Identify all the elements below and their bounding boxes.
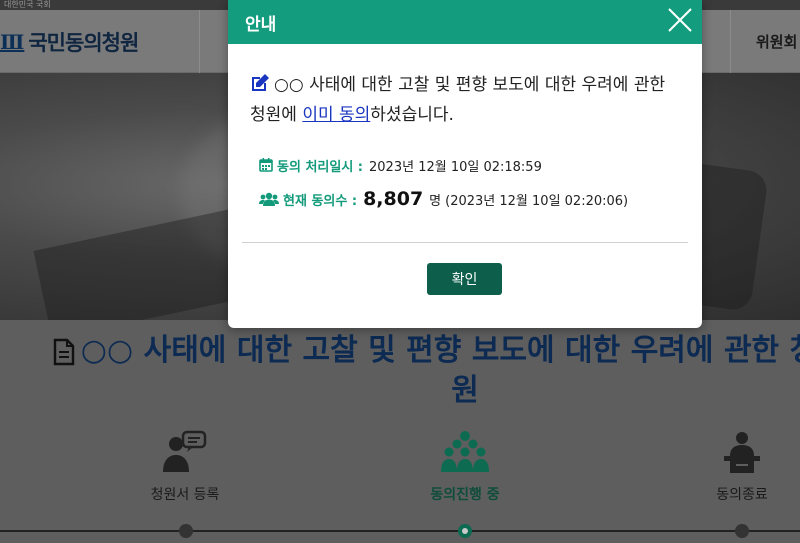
step-label: 동의진행 중	[430, 487, 500, 503]
agreed-link[interactable]: 이미 동의	[302, 105, 370, 125]
processed-time-label: 동의 처리일시 :	[277, 159, 364, 175]
people-group-icon	[441, 431, 489, 472]
close-icon[interactable]	[666, 6, 694, 34]
step-dot	[179, 524, 193, 538]
step-label: 동의종료	[716, 487, 768, 503]
processed-time-row: 동의 처리일시 : 2023년 12월 10일 02:18:59	[259, 154, 680, 176]
step-label: 청원서 등록	[150, 487, 220, 503]
logo-mark: Ⅲ	[0, 30, 25, 54]
notice-modal: 안내 ○○ 사태에 대한 고찰 및 편향 보도에 대한 우려에 관한 청원에 이…	[228, 0, 702, 328]
site-logo[interactable]: Ⅲ 국민동의청원	[0, 28, 139, 56]
message-suffix: 하셨습니다.	[370, 105, 454, 125]
podium-person-icon	[724, 432, 760, 473]
agree-count-row: 현재 동의수 : 8,807 명 (2023년 12월 10일 02:20:06…	[259, 188, 680, 210]
nav-item-committee[interactable]: 위원회	[730, 10, 800, 73]
agreement-info: 동의 처리일시 : 2023년 12월 10일 02:18:59 현재 동의수 …	[250, 154, 680, 210]
step-dot-active	[458, 524, 472, 538]
petition-section: ○○ 사태에 대한 고찰 및 편향 보도에 대한 우려에 관한 청 원 청원서 …	[0, 320, 800, 543]
modal-divider	[242, 242, 688, 243]
site-title: 국민동의청원	[28, 31, 139, 55]
step-closed: 동의종료	[672, 430, 800, 504]
users-icon	[259, 192, 279, 206]
petition-title: ○○ 사태에 대한 고찰 및 편향 보도에 대한 우려에 관한 청	[40, 332, 800, 370]
modal-message: ○○ 사태에 대한 고찰 및 편향 보도에 대한 우려에 관한 청원에 이미 동…	[250, 70, 680, 130]
confirm-button[interactable]: 확인	[427, 263, 502, 295]
modal-title: 안내	[245, 14, 277, 35]
step-dot	[735, 524, 749, 538]
petition-title-text: ○○ 사태에 대한 고찰 및 편향 보도에 대한 우려에 관한 청	[80, 333, 800, 368]
agree-count-unit: 명	[429, 193, 442, 209]
step-in-progress: 동의진행 중	[395, 430, 535, 504]
agree-count-timestamp: (2023년 12월 10일 02:20:06)	[445, 193, 629, 209]
document-icon	[53, 338, 74, 365]
step-registration: 청원서 등록	[115, 430, 255, 504]
progress-line	[0, 530, 800, 532]
modal-header: 안내	[228, 0, 702, 44]
petition-title-line2: 원	[451, 373, 479, 408]
calendar-icon	[259, 158, 273, 172]
processed-time-value: 2023년 12월 10일 02:18:59	[369, 159, 542, 175]
modal-body: ○○ 사태에 대한 고찰 및 편향 보도에 대한 우려에 관한 청원에 이미 동…	[228, 44, 702, 210]
header-divider	[199, 10, 200, 73]
edit-icon	[252, 74, 269, 91]
agree-count-value: 8,807	[363, 188, 424, 210]
agree-count-label: 현재 동의수 :	[283, 193, 358, 209]
speech-person-icon	[163, 430, 207, 472]
